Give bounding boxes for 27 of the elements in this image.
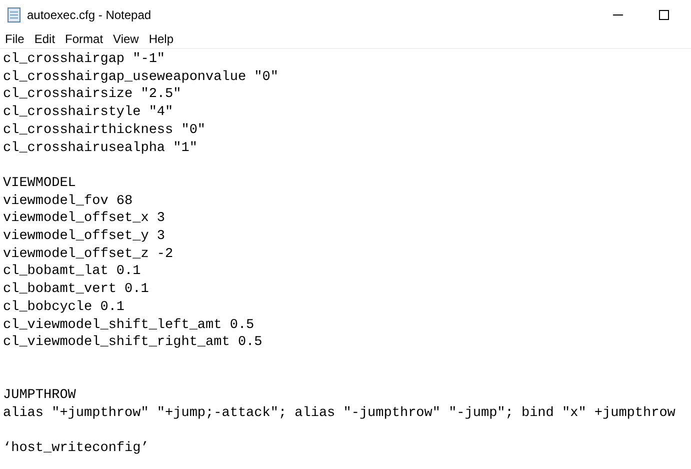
text-line: cl_crosshairgap "-1": [3, 51, 166, 69]
text-line: cl_bobcycle 0.1: [3, 298, 125, 317]
text-line: cl_bobamt_lat 0.1: [3, 263, 141, 282]
text-line: VIEWMODEL: [3, 174, 76, 193]
text-line: viewmodel_offset_y 3: [3, 228, 166, 246]
menu-item[interactable]: Format: [60, 30, 108, 48]
text-line: cl_crosshairgap_useweaponvalue "0": [3, 68, 278, 86]
notepad-icon: [6, 7, 22, 23]
text-line: JUMPTHROW: [3, 387, 76, 406]
text-line: cl_crosshairstyle "4": [3, 104, 174, 122]
text-line: viewmodel_offset_z -2: [3, 246, 174, 264]
text-line: viewmodel_fov 68: [3, 192, 133, 210]
maximize-icon: [659, 10, 669, 20]
text-line: cl_crosshairusealpha "1": [3, 140, 198, 158]
text-line: viewmodel_offset_x 3: [3, 210, 166, 228]
text-line: cl_bobamt_vert 0.1: [3, 281, 149, 299]
text-line: alias "+jumpthrow" "+jump;-attack"; alias "-jumpthrow" "-jump"; bind "x" +jumpthrow: [3, 405, 676, 423]
text-line: cl_viewmodel_shift_left_amt 0.5: [3, 316, 254, 334]
text-line: cl_crosshairthickness "0": [3, 122, 206, 140]
text-line: ‘host_writeconfig’: [3, 440, 149, 458]
menu-item[interactable]: Help: [144, 30, 179, 48]
menu-item[interactable]: Edit: [29, 30, 60, 48]
menu-item[interactable]: View: [108, 30, 144, 48]
text-line: cl_crosshairsize "2.5": [3, 86, 182, 104]
text-line: cl_viewmodel_shift_right_amt 0.5: [3, 334, 262, 352]
window-title: autoexec.cfg - Notepad: [27, 7, 152, 24]
menu-item[interactable]: File: [0, 30, 30, 48]
